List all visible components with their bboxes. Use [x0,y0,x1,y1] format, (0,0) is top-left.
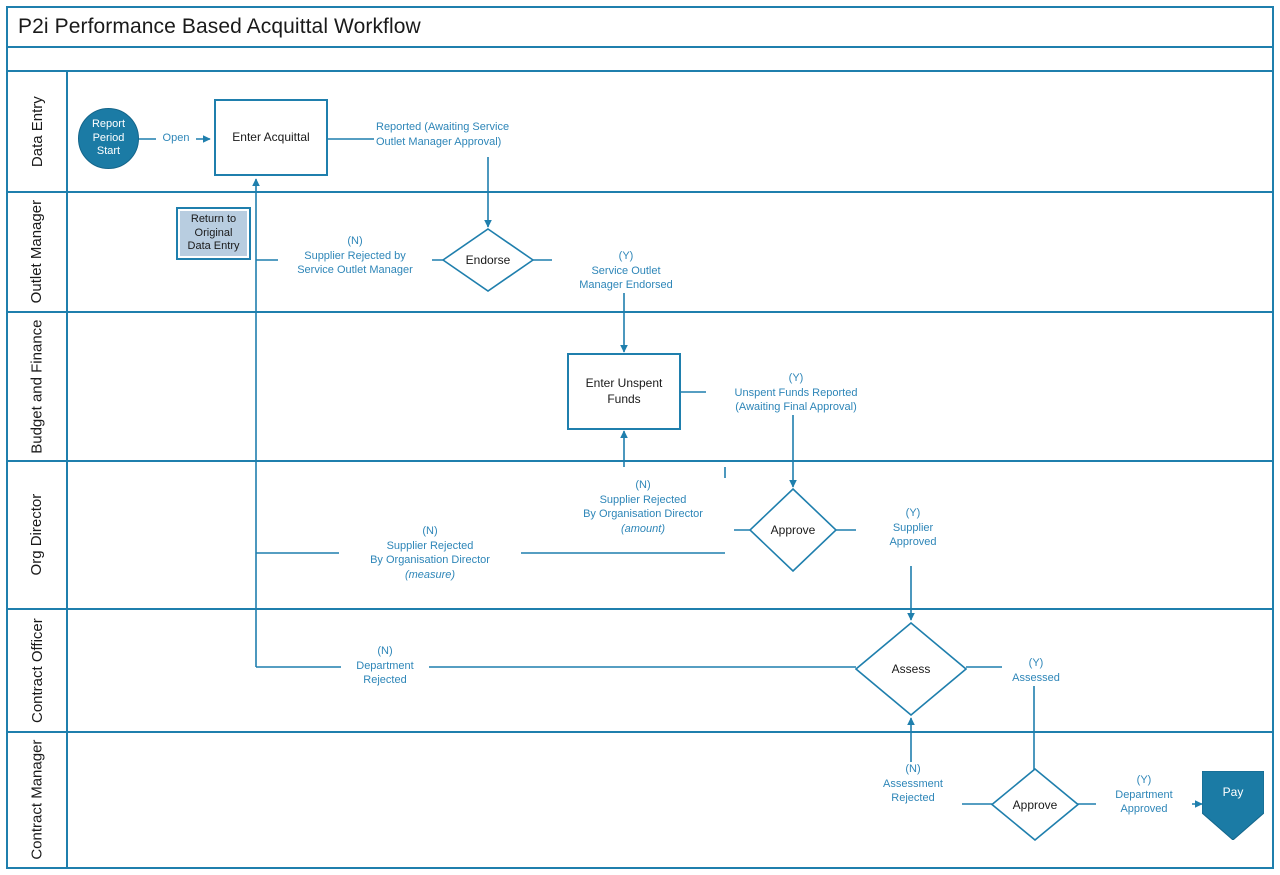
lane-label-outlet-manager: Outlet Manager [8,193,68,311]
edge-label-department-rejected: (N) Department Rejected [341,644,429,688]
lane-label-data-entry: Data Entry [8,72,68,191]
diagram-subheader-band [8,48,1272,72]
lane-body-contract-officer [68,610,1272,731]
edge-label-supplier-approved: (Y) Supplier Approved [869,506,957,550]
lane-label-text: Data Entry [28,96,46,167]
edge-label-unspent-reported: (Y) Unspent Funds Reported (Awaiting Fin… [706,371,886,415]
edge-label-assessment-rejected: (N) Assessment Rejected [864,762,962,806]
lane-contract-manager: Contract Manager [8,733,1272,867]
node-return-to-original-data-entry[interactable]: Return to Original Data Entry [176,207,251,260]
edge-label-measure-line4: (measure) [404,568,456,581]
lane-label-text: Org Director [28,494,46,576]
lane-label-text: Budget and Finance [28,319,46,454]
lane-label-text: Contract Officer [28,618,46,723]
edge-label-assessed: (Y) Assessed [1002,656,1070,686]
node-return-to-original-label: Return to Original Data Entry [187,212,240,253]
node-enter-unspent-funds[interactable]: Enter Unspent Funds [567,353,681,430]
node-enter-acquittal[interactable]: Enter Acquittal [214,99,328,176]
edge-label-reported: Reported (Awaiting Service Outlet Manage… [374,120,538,150]
node-report-period-start[interactable]: Report Period Start [78,108,139,169]
node-report-period-start-label: Report Period Start [91,117,126,158]
node-enter-acquittal-label: Enter Acquittal [232,129,310,144]
page-title: P2i Performance Based Acquittal Workflow [18,15,421,38]
lane-label-contract-officer: Contract Officer [8,610,68,731]
node-endorse-decision[interactable]: Endorse [442,228,534,292]
edge-label-measure-line3: By Organisation Director [370,554,490,567]
lane-body-contract-manager [68,733,1272,867]
edge-label-amount-line4: (amount) [620,522,666,535]
lane-data-entry: Data Entry [8,72,1272,193]
edge-label-measure-line2: Supplier Rejected [386,539,474,552]
node-enter-unspent-funds-label: Enter Unspent Funds [585,375,663,406]
lane-label-org-director: Org Director [8,462,68,608]
node-assess-label: Assess [891,662,931,676]
edge-label-measure-line1: (N) [422,525,438,537]
lane-contract-officer: Contract Officer [8,610,1272,733]
edge-label-amount-line1: (N) [635,479,651,491]
edge-label-rejected-org-measure: (N) Supplier Rejected By Organisation Di… [339,524,521,583]
workflow-diagram: P2i Performance Based Acquittal Workflow… [0,0,1280,875]
edge-label-amount-line3: By Organisation Director [583,508,703,521]
edge-label-amount-line2: Supplier Rejected [599,493,687,506]
node-pay[interactable]: Pay [1202,771,1264,840]
node-pay-label: Pay [1222,785,1244,799]
diagram-title-band: P2i Performance Based Acquittal Workflow [8,8,1272,48]
edge-label-department-approved: (Y) Department Approved [1096,773,1192,817]
edge-label-som-endorsed: (Y) Service Outlet Manager Endorsed [552,249,700,293]
node-approve-org-label: Approve [770,523,816,537]
node-assess-decision[interactable]: Assess [855,622,967,716]
edge-label-rejected-org-amount: (N) Supplier Rejected By Organisation Di… [552,478,734,537]
lane-label-contract-manager: Contract Manager [8,733,68,867]
node-approve-contract-manager-decision[interactable]: Approve [991,768,1079,841]
node-approve-org-director-decision[interactable]: Approve [749,488,837,572]
node-endorse-label: Endorse [465,253,511,267]
lane-label-text: Outlet Manager [28,200,46,304]
edge-label-open: Open [156,131,196,146]
edge-label-supplier-rejected-som: (N) Supplier Rejected by Service Outlet … [278,234,432,278]
node-approve-cm-label: Approve [1012,797,1058,812]
lane-label-budget-finance: Budget and Finance [8,313,68,460]
lane-label-text: Contract Manager [28,739,46,861]
